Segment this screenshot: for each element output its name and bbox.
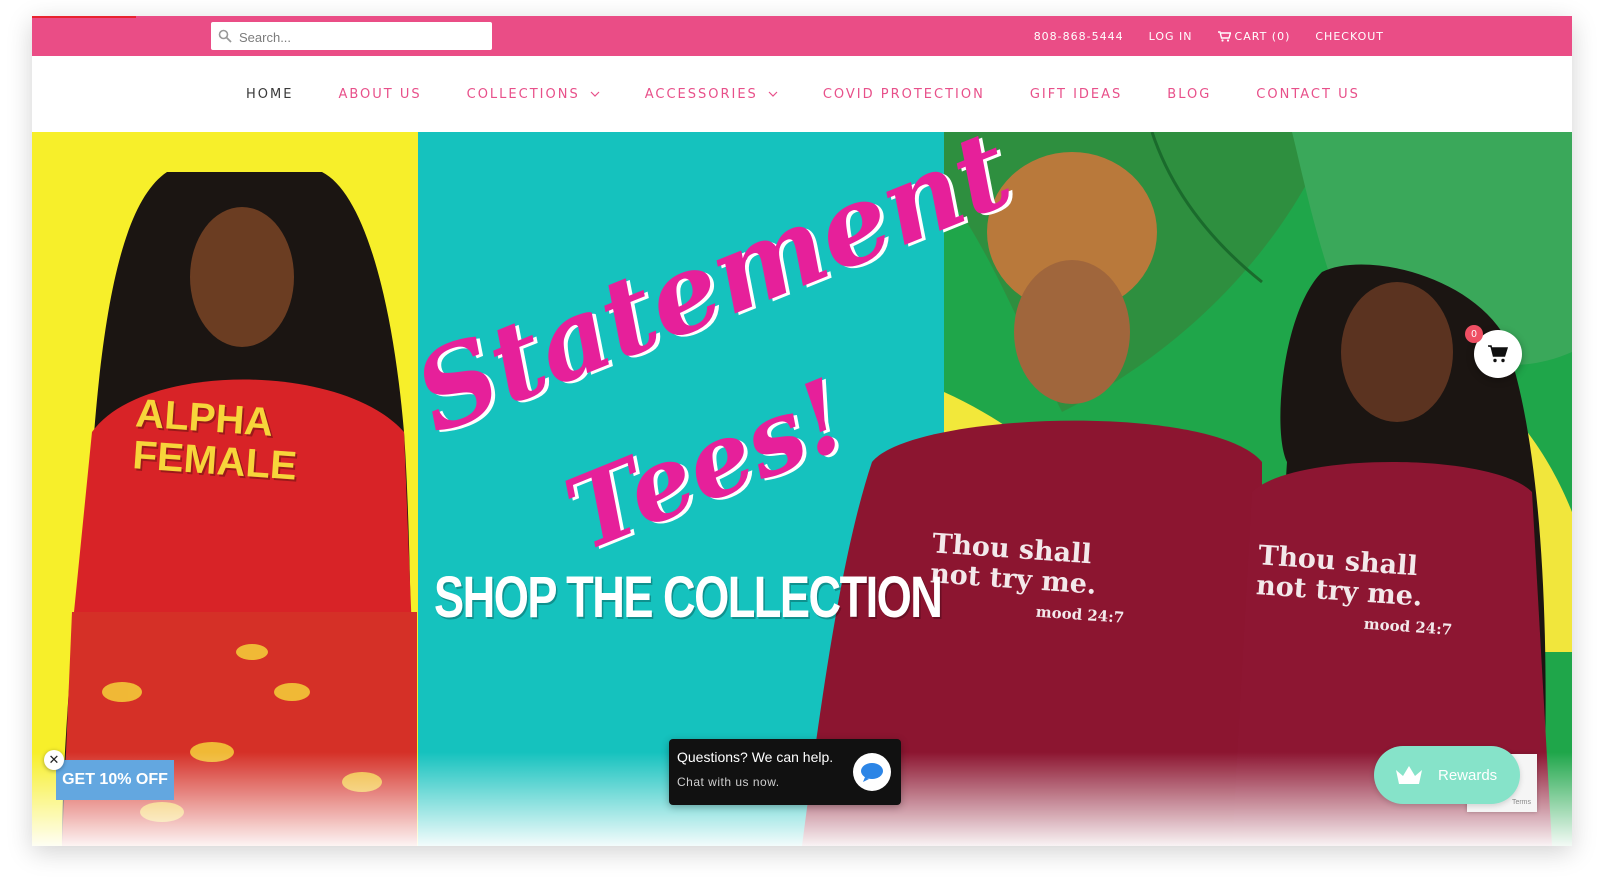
chevron-down-icon (768, 91, 778, 97)
nav-home[interactable]: HOME (246, 87, 293, 102)
nav-collections[interactable]: COLLECTIONS (467, 87, 600, 102)
nav-gift-ideas[interactable]: GIFT IDEAS (1030, 87, 1122, 102)
chat-widget[interactable]: Questions? We can help. Chat with us now… (669, 739, 901, 805)
nav-collections-label: COLLECTIONS (466, 86, 580, 102)
promo-close-button[interactable]: ✕ (44, 750, 64, 770)
shirt-text-alpha-female: ALPHA FEMALE (131, 391, 299, 489)
rewards-label: Rewards (1438, 766, 1498, 784)
search-input[interactable] (237, 22, 491, 52)
hero-headline[interactable]: SHOP THE COLLECTION (434, 564, 943, 631)
browser-frame: 808-868-5444 LOG IN CART (0) CHECKOUT HO… (32, 16, 1572, 846)
nav-accessories[interactable]: ACCESSORIES (645, 87, 778, 102)
search-icon (218, 29, 232, 43)
recaptcha-terms: Terms (1511, 799, 1531, 806)
cart-link[interactable]: CART (0) (1217, 29, 1291, 43)
phone-link[interactable]: 808-868-5444 (1034, 30, 1124, 43)
chat-bubble-icon[interactable] (853, 753, 891, 791)
rewards-button[interactable]: Rewards (1374, 746, 1520, 804)
checkout-link[interactable]: CHECKOUT (1315, 30, 1384, 43)
cart-icon (1217, 30, 1231, 42)
nav-contact[interactable]: CONTACT US (1256, 87, 1360, 102)
cart-label: CART (0) (1234, 29, 1291, 43)
nav-accessories-label: ACCESSORIES (644, 86, 758, 102)
chat-title: Questions? We can help. (677, 749, 834, 765)
cart-count-badge: 0 (1465, 325, 1483, 343)
search-box[interactable] (211, 22, 492, 52)
nav-covid[interactable]: COVID PROTECTION (823, 87, 985, 102)
discount-promo-button[interactable]: GET 10% OFF (56, 760, 174, 800)
cart-icon (1488, 345, 1508, 363)
chat-subtitle: Chat with us now. (677, 775, 780, 789)
chevron-down-icon (590, 91, 600, 97)
crown-icon (1396, 766, 1422, 784)
shirt-text-right: Thou shall not try me. mood 24:7 (1255, 540, 1453, 639)
top-links: 808-868-5444 LOG IN CART (0) CHECKOUT (1034, 16, 1384, 56)
floating-cart-button[interactable]: 0 (1465, 325, 1522, 378)
page-loading-indicator (32, 16, 136, 18)
main-nav: HOME ABOUT US COLLECTIONS ACCESSORIES CO… (32, 56, 1572, 132)
login-link[interactable]: LOG IN (1149, 30, 1193, 43)
nav-about[interactable]: ABOUT US (338, 87, 421, 102)
nav-blog[interactable]: BLOG (1167, 87, 1211, 102)
shirt-text-left: Thou shall not try me. mood 24:7 (929, 528, 1125, 627)
top-bar: 808-868-5444 LOG IN CART (0) CHECKOUT (32, 16, 1572, 56)
